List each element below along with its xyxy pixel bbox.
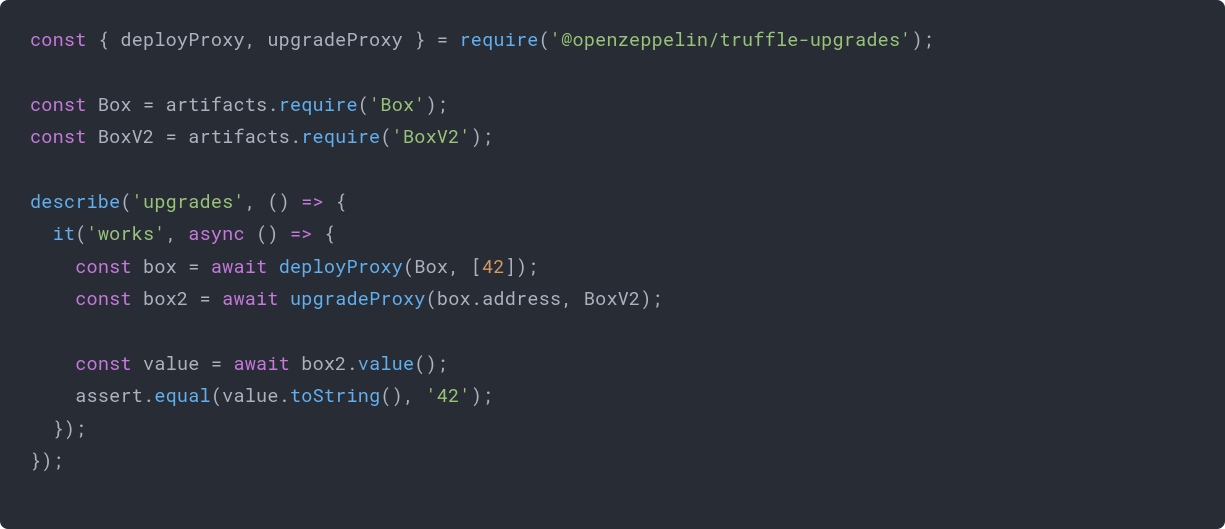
code-content: const { deployProxy, upgradeProxy } = re…	[30, 24, 1195, 477]
code-block: const { deployProxy, upgradeProxy } = re…	[0, 0, 1225, 529]
